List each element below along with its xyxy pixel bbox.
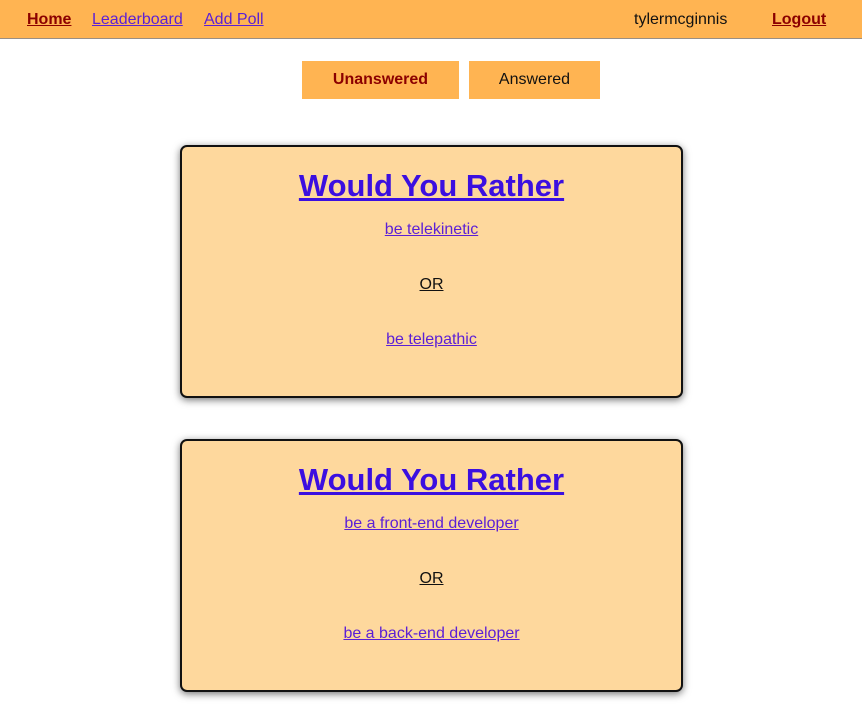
top-navbar: Home Leaderboard Add Poll tylermcginnis … <box>0 0 862 39</box>
nav-add-poll-link[interactable]: Add Poll <box>204 11 264 29</box>
poll-or-separator: OR <box>419 276 444 293</box>
poll-or-separator: OR <box>419 570 444 587</box>
poll-card[interactable]: Would You Rather be telekinetic OR be te… <box>180 145 683 398</box>
poll-title-link[interactable]: Would You Rather <box>182 461 681 499</box>
nav-leaderboard-link[interactable]: Leaderboard <box>92 11 183 29</box>
nav-home-link[interactable]: Home <box>27 11 71 29</box>
tab-unanswered[interactable]: Unanswered <box>302 61 459 99</box>
poll-option-one-link[interactable]: be a front-end developer <box>182 514 681 534</box>
poll-option-two-link[interactable]: be telepathic <box>182 330 681 350</box>
logout-link[interactable]: Logout <box>772 11 826 29</box>
poll-option-one-link[interactable]: be telekinetic <box>182 220 681 240</box>
poll-card[interactable]: Would You Rather be a front-end develope… <box>180 439 683 692</box>
tab-answered[interactable]: Answered <box>469 61 600 99</box>
current-username: tylermcginnis <box>634 11 728 28</box>
poll-title-link[interactable]: Would You Rather <box>182 167 681 205</box>
poll-option-two-link[interactable]: be a back-end developer <box>182 624 681 644</box>
